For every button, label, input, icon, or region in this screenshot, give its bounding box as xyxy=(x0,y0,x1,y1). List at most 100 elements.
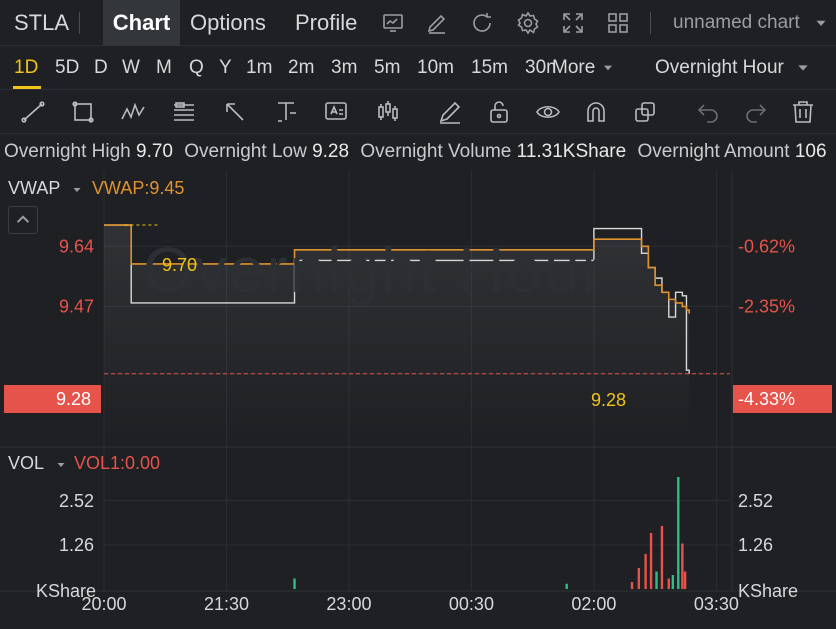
text-note-icon[interactable] xyxy=(323,99,349,125)
volume-bars xyxy=(293,477,687,589)
pattern-icon[interactable] xyxy=(120,99,146,125)
indicator-name[interactable]: VWAP xyxy=(8,178,60,199)
divider xyxy=(650,12,651,34)
x-tick-label: 00:30 xyxy=(449,594,494,614)
redo-icon[interactable] xyxy=(743,99,769,125)
fibonacci-icon[interactable] xyxy=(171,99,197,125)
more-periods-button[interactable]: More xyxy=(552,46,615,90)
period-10m[interactable]: 10m xyxy=(417,46,454,90)
fullscreen-icon[interactable] xyxy=(561,11,585,35)
volume-bar xyxy=(565,583,568,589)
volume-unit-left: KShare xyxy=(36,581,97,601)
period-y[interactable]: Y xyxy=(219,46,232,90)
period-q[interactable]: Q xyxy=(189,46,204,90)
active-period-indicator xyxy=(13,86,41,89)
chart-name[interactable]: unnamed chart xyxy=(673,0,800,46)
refresh-icon[interactable] xyxy=(470,11,494,35)
volume-value: 11.31KShare xyxy=(516,141,627,162)
volume-label: Overnight Volume xyxy=(360,141,512,162)
period-3m[interactable]: 3m xyxy=(331,46,357,90)
x-tick-label: 03:30 xyxy=(694,594,739,614)
volume-bar xyxy=(683,571,687,589)
volume-bar xyxy=(649,533,653,589)
high-marker: 9.70 xyxy=(162,255,198,275)
period-1m[interactable]: 1m xyxy=(246,46,272,90)
lock-icon[interactable] xyxy=(486,99,512,125)
brush-icon[interactable] xyxy=(437,99,463,125)
x-tick-label: 02:00 xyxy=(571,594,616,614)
last-pct-tag: -4.33% xyxy=(733,385,832,413)
collapse-button[interactable] xyxy=(8,206,38,234)
period-w[interactable]: W xyxy=(122,46,140,90)
period-5d[interactable]: 5D xyxy=(55,46,79,90)
last-price-tag: 9.28 xyxy=(4,385,101,413)
volume-bar xyxy=(677,477,680,589)
low-value: 9.28 xyxy=(312,141,350,162)
volume-bar xyxy=(637,568,641,589)
x-tick-label: 21:30 xyxy=(204,594,249,614)
volume-tick-label: 2.52 xyxy=(59,491,94,511)
session-stats: Overnight High 9.70 Overnight Low 9.28 O… xyxy=(4,141,833,165)
price-range-icon[interactable] xyxy=(274,99,300,125)
last-price-marker: 9.28 xyxy=(591,390,627,410)
volume-value-label: VOL1:0.00 xyxy=(74,453,161,473)
volume-bar xyxy=(655,571,658,589)
tab-chart[interactable]: Chart xyxy=(103,0,180,46)
last-price-value: 9.28 xyxy=(55,389,91,409)
draw-icon[interactable] xyxy=(425,11,449,35)
period-m[interactable]: M xyxy=(156,46,172,90)
undo-icon[interactable] xyxy=(695,99,721,125)
volume-tick-label: 1.26 xyxy=(59,535,94,555)
volume-unit-right: KShare xyxy=(738,581,799,601)
chevron-down-icon xyxy=(798,65,808,71)
volume-bar xyxy=(644,554,647,589)
period-15m[interactable]: 15m xyxy=(471,46,508,90)
arrow-icon[interactable] xyxy=(222,99,248,125)
session-watermark: Overnight Hour xyxy=(143,234,605,306)
top-bar: STLA Chart Options Profile unnamed chart xyxy=(0,0,836,46)
period-d[interactable]: D xyxy=(94,46,108,90)
tab-options[interactable]: Options xyxy=(190,0,266,46)
y-right-tick-label: -2.35% xyxy=(738,296,795,316)
high-value: 9.70 xyxy=(136,141,173,162)
period-bar: 1D 5D D W M Q Y 1m 2m 3m 5m 10m 15m 30m … xyxy=(0,46,836,90)
chevron-down-icon[interactable] xyxy=(71,184,83,196)
gear-icon[interactable] xyxy=(516,11,540,35)
volume-bar xyxy=(660,526,664,589)
volume-bar xyxy=(671,575,675,589)
y-right-tick-label: -0.62% xyxy=(738,236,795,256)
amount-label: Overnight Amount xyxy=(637,141,790,162)
more-label: More xyxy=(552,57,596,78)
chevron-down-icon[interactable] xyxy=(812,14,830,32)
layout-grid-icon[interactable] xyxy=(606,11,630,35)
session-label: Overnight Hour xyxy=(655,57,784,78)
volume-bar xyxy=(681,543,684,589)
layers-icon[interactable] xyxy=(632,99,658,125)
chevron-up-icon xyxy=(16,215,30,223)
volume-indicator-name[interactable]: VOL xyxy=(8,453,44,474)
y-tick-label: 9.64 xyxy=(59,236,94,256)
volume-bar xyxy=(293,578,296,589)
period-5m[interactable]: 5m xyxy=(374,46,400,90)
volume-tick-label: 1.26 xyxy=(738,535,773,555)
volume-bar xyxy=(667,578,670,589)
trash-icon[interactable] xyxy=(790,99,816,125)
session-select[interactable]: Overnight Hour xyxy=(655,46,811,90)
eye-icon[interactable] xyxy=(535,99,561,125)
amount-value: 106 xyxy=(794,141,827,162)
chart-area[interactable]: 9.64 9.47 -0.62% -2.35% 2.52 2.52 1.26 1.26 20:0… xyxy=(0,171,836,624)
chevron-down-icon[interactable] xyxy=(55,459,67,471)
period-1d[interactable]: 1D xyxy=(14,46,38,90)
tab-profile[interactable]: Profile xyxy=(295,0,357,46)
chart-settings-icon[interactable] xyxy=(381,11,405,35)
rectangle-icon[interactable] xyxy=(70,99,96,125)
period-30m[interactable]: 30m xyxy=(525,46,555,90)
volume-tick-label: 2.52 xyxy=(738,491,773,511)
volume-bar xyxy=(630,582,634,589)
trend-line-icon[interactable] xyxy=(20,99,46,125)
period-2m[interactable]: 2m xyxy=(288,46,314,90)
last-pct-value: -4.33% xyxy=(738,389,796,409)
symbol-label[interactable]: STLA xyxy=(14,0,69,46)
candle-icon[interactable] xyxy=(374,99,400,125)
magnet-icon[interactable] xyxy=(583,99,609,125)
